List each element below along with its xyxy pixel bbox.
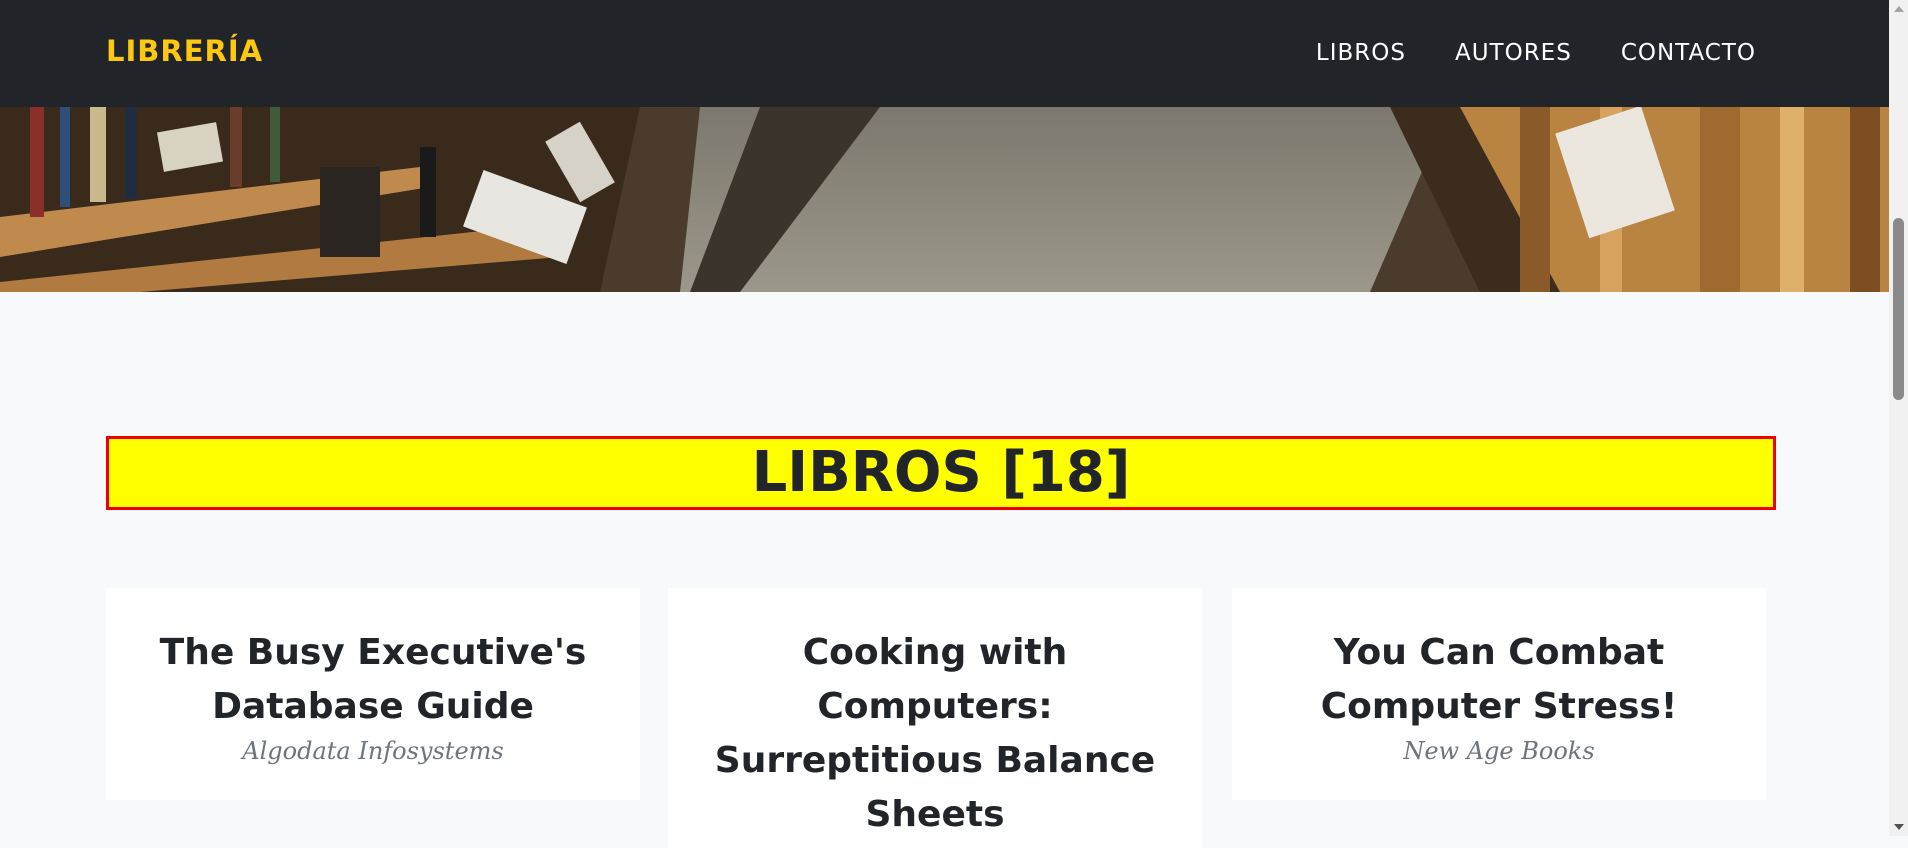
nav-link-autores[interactable]: AUTORES <box>1455 40 1572 66</box>
nav-links: LIBROS AUTORES CONTACTO <box>1316 40 1756 66</box>
book-publisher: New Age Books <box>1403 737 1595 765</box>
scroll-thumb[interactable] <box>1893 218 1904 400</box>
book-card[interactable]: You Can Combat Computer Stress! New Age … <box>1232 588 1766 800</box>
book-publisher: Algodata Infosystems <box>242 737 504 765</box>
navbar: LIBRERÍA LIBROS AUTORES CONTACTO <box>0 0 1889 107</box>
book-card[interactable]: The Busy Executive's Database Guide Algo… <box>106 588 640 800</box>
book-title[interactable]: You Can Combat Computer Stress! <box>1256 626 1742 734</box>
book-title[interactable]: Cooking with Computers: Surreptitious Ba… <box>692 626 1178 842</box>
scrollbar[interactable] <box>1889 0 1908 836</box>
scroll-up-arrow-icon[interactable] <box>1894 6 1904 12</box>
bookstore-aisle-image <box>0 107 1889 292</box>
scroll-down-arrow-icon[interactable] <box>1894 824 1904 830</box>
book-card[interactable]: Cooking with Computers: Surreptitious Ba… <box>668 588 1202 848</box>
hero-image <box>0 107 1889 292</box>
brand-logo[interactable]: LIBRERÍA <box>106 34 263 68</box>
section-title: LIBROS [18] <box>106 436 1776 510</box>
nav-link-contacto[interactable]: CONTACTO <box>1621 40 1756 66</box>
nav-link-libros[interactable]: LIBROS <box>1316 40 1406 66</box>
book-title[interactable]: The Busy Executive's Database Guide <box>130 626 616 734</box>
